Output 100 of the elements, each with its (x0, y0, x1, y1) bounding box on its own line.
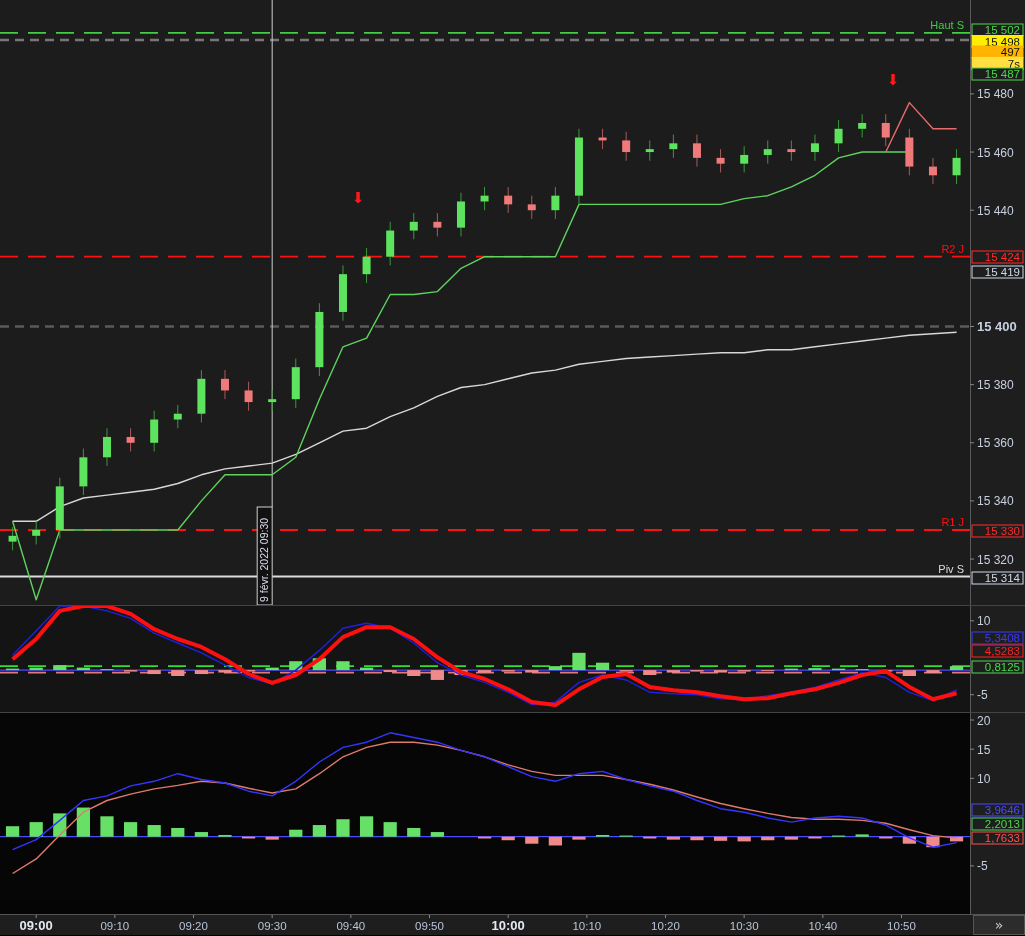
axis-label: 15 440 (977, 203, 1014, 218)
histogram-bar (359, 816, 374, 837)
histogram-bar (501, 836, 515, 841)
candlestick (362, 247, 371, 284)
axis-label: 15 380 (977, 378, 1014, 393)
histogram-bar (6, 826, 20, 837)
time-label: 10:50 (887, 920, 916, 932)
candlestick (858, 113, 867, 138)
histogram-bar (124, 822, 138, 837)
candlestick (504, 186, 513, 214)
axis-label: 15 480 (977, 87, 1014, 102)
histogram-bar (383, 670, 397, 673)
scroll-right-button[interactable]: » (973, 915, 1025, 935)
axis-label: -5 (977, 688, 988, 703)
histogram-bar (76, 807, 90, 837)
histogram-bar (666, 836, 680, 840)
histogram-bar (477, 836, 492, 839)
level-label: R2 J (941, 242, 964, 255)
candlestick (150, 410, 159, 452)
axis-label: 20 (977, 713, 991, 728)
candlestick (79, 448, 88, 496)
level-label: R1 J (941, 516, 964, 528)
histogram-bar (194, 832, 208, 837)
candlestick (834, 119, 843, 153)
candlestick (598, 128, 607, 150)
histogram-bar (808, 668, 822, 671)
histogram-bar (430, 832, 444, 837)
candlestick (221, 369, 229, 400)
axis-label: 15 340 (977, 494, 1014, 509)
candlestick (787, 139, 796, 162)
histogram-bar (312, 825, 326, 837)
time-label: 09:00 (19, 918, 53, 933)
histogram-bar (218, 670, 232, 673)
time-label: 10:20 (651, 920, 680, 932)
histogram-bar (147, 670, 161, 675)
candlestick (952, 148, 961, 185)
candlestick (645, 139, 654, 162)
candlestick (8, 526, 17, 551)
candlestick (692, 134, 701, 168)
histogram-bar (218, 834, 232, 837)
candlestick (551, 186, 560, 220)
time-label: 09:30 (257, 920, 287, 932)
histogram-bar (761, 836, 775, 841)
time-label: 09:20 (179, 920, 208, 932)
histogram-bar (171, 670, 185, 676)
histogram-bar (548, 666, 562, 671)
histogram-bar (855, 834, 869, 837)
histogram-bar (666, 670, 680, 673)
histogram-bar (147, 825, 161, 837)
histogram-bar (831, 668, 846, 671)
histogram-bar (902, 670, 916, 676)
candlestick (32, 520, 41, 546)
price-tag: 1,7633 (971, 831, 1024, 845)
histogram-bar (477, 670, 492, 673)
histogram-bar (643, 836, 657, 839)
axis-label: 15 (977, 742, 991, 757)
price-tag: 15 314 (971, 571, 1024, 585)
level-label: Piv S (938, 562, 964, 575)
histogram-bar (289, 661, 303, 671)
time-label: 09:10 (100, 920, 130, 932)
price-tag: 4,5283 (971, 644, 1024, 658)
histogram-bar (548, 836, 562, 846)
histogram-bar (525, 670, 539, 673)
candlestick (905, 128, 914, 176)
histogram-bar (336, 819, 350, 837)
date-label: 9 févr. 2022 09:30 (256, 506, 273, 605)
histogram-bar (595, 834, 610, 837)
histogram-bar (29, 822, 43, 837)
price-tag: 15 330 (971, 524, 1024, 538)
axis-label: 15 360 (977, 436, 1014, 451)
candlestick (55, 477, 64, 540)
axis-label: 10 (977, 614, 991, 629)
candlestick (480, 186, 489, 211)
candlestick (291, 357, 300, 409)
candlestick (126, 427, 135, 452)
histogram-bar (784, 836, 798, 840)
candlestick (881, 113, 890, 147)
price-tag: 0,8125 (971, 660, 1024, 674)
time-label: 09:40 (336, 920, 366, 932)
candlestick (669, 134, 678, 159)
price-tag: 497 (971, 45, 1024, 59)
histogram-bar (525, 836, 539, 844)
price-tag: 15 502 (971, 23, 1024, 37)
price-tag: 3,9646 (971, 803, 1024, 817)
candlestick (409, 212, 418, 240)
histogram-bar (713, 836, 728, 841)
histogram-bar (879, 836, 893, 839)
histogram-bar (359, 667, 374, 671)
candlestick (339, 264, 347, 322)
arrow-marker: ⬇ (351, 189, 365, 207)
histogram-bar (194, 670, 208, 675)
candlestick (386, 221, 395, 266)
time-label: 10:00 (491, 918, 525, 933)
time-label: 10:40 (808, 920, 838, 932)
histogram-bar (949, 666, 964, 671)
candlestick (197, 369, 206, 423)
histogram-bar (383, 822, 397, 837)
axis-label: 15 320 (977, 552, 1014, 567)
candlestick (622, 131, 631, 162)
candlestick (740, 145, 749, 173)
